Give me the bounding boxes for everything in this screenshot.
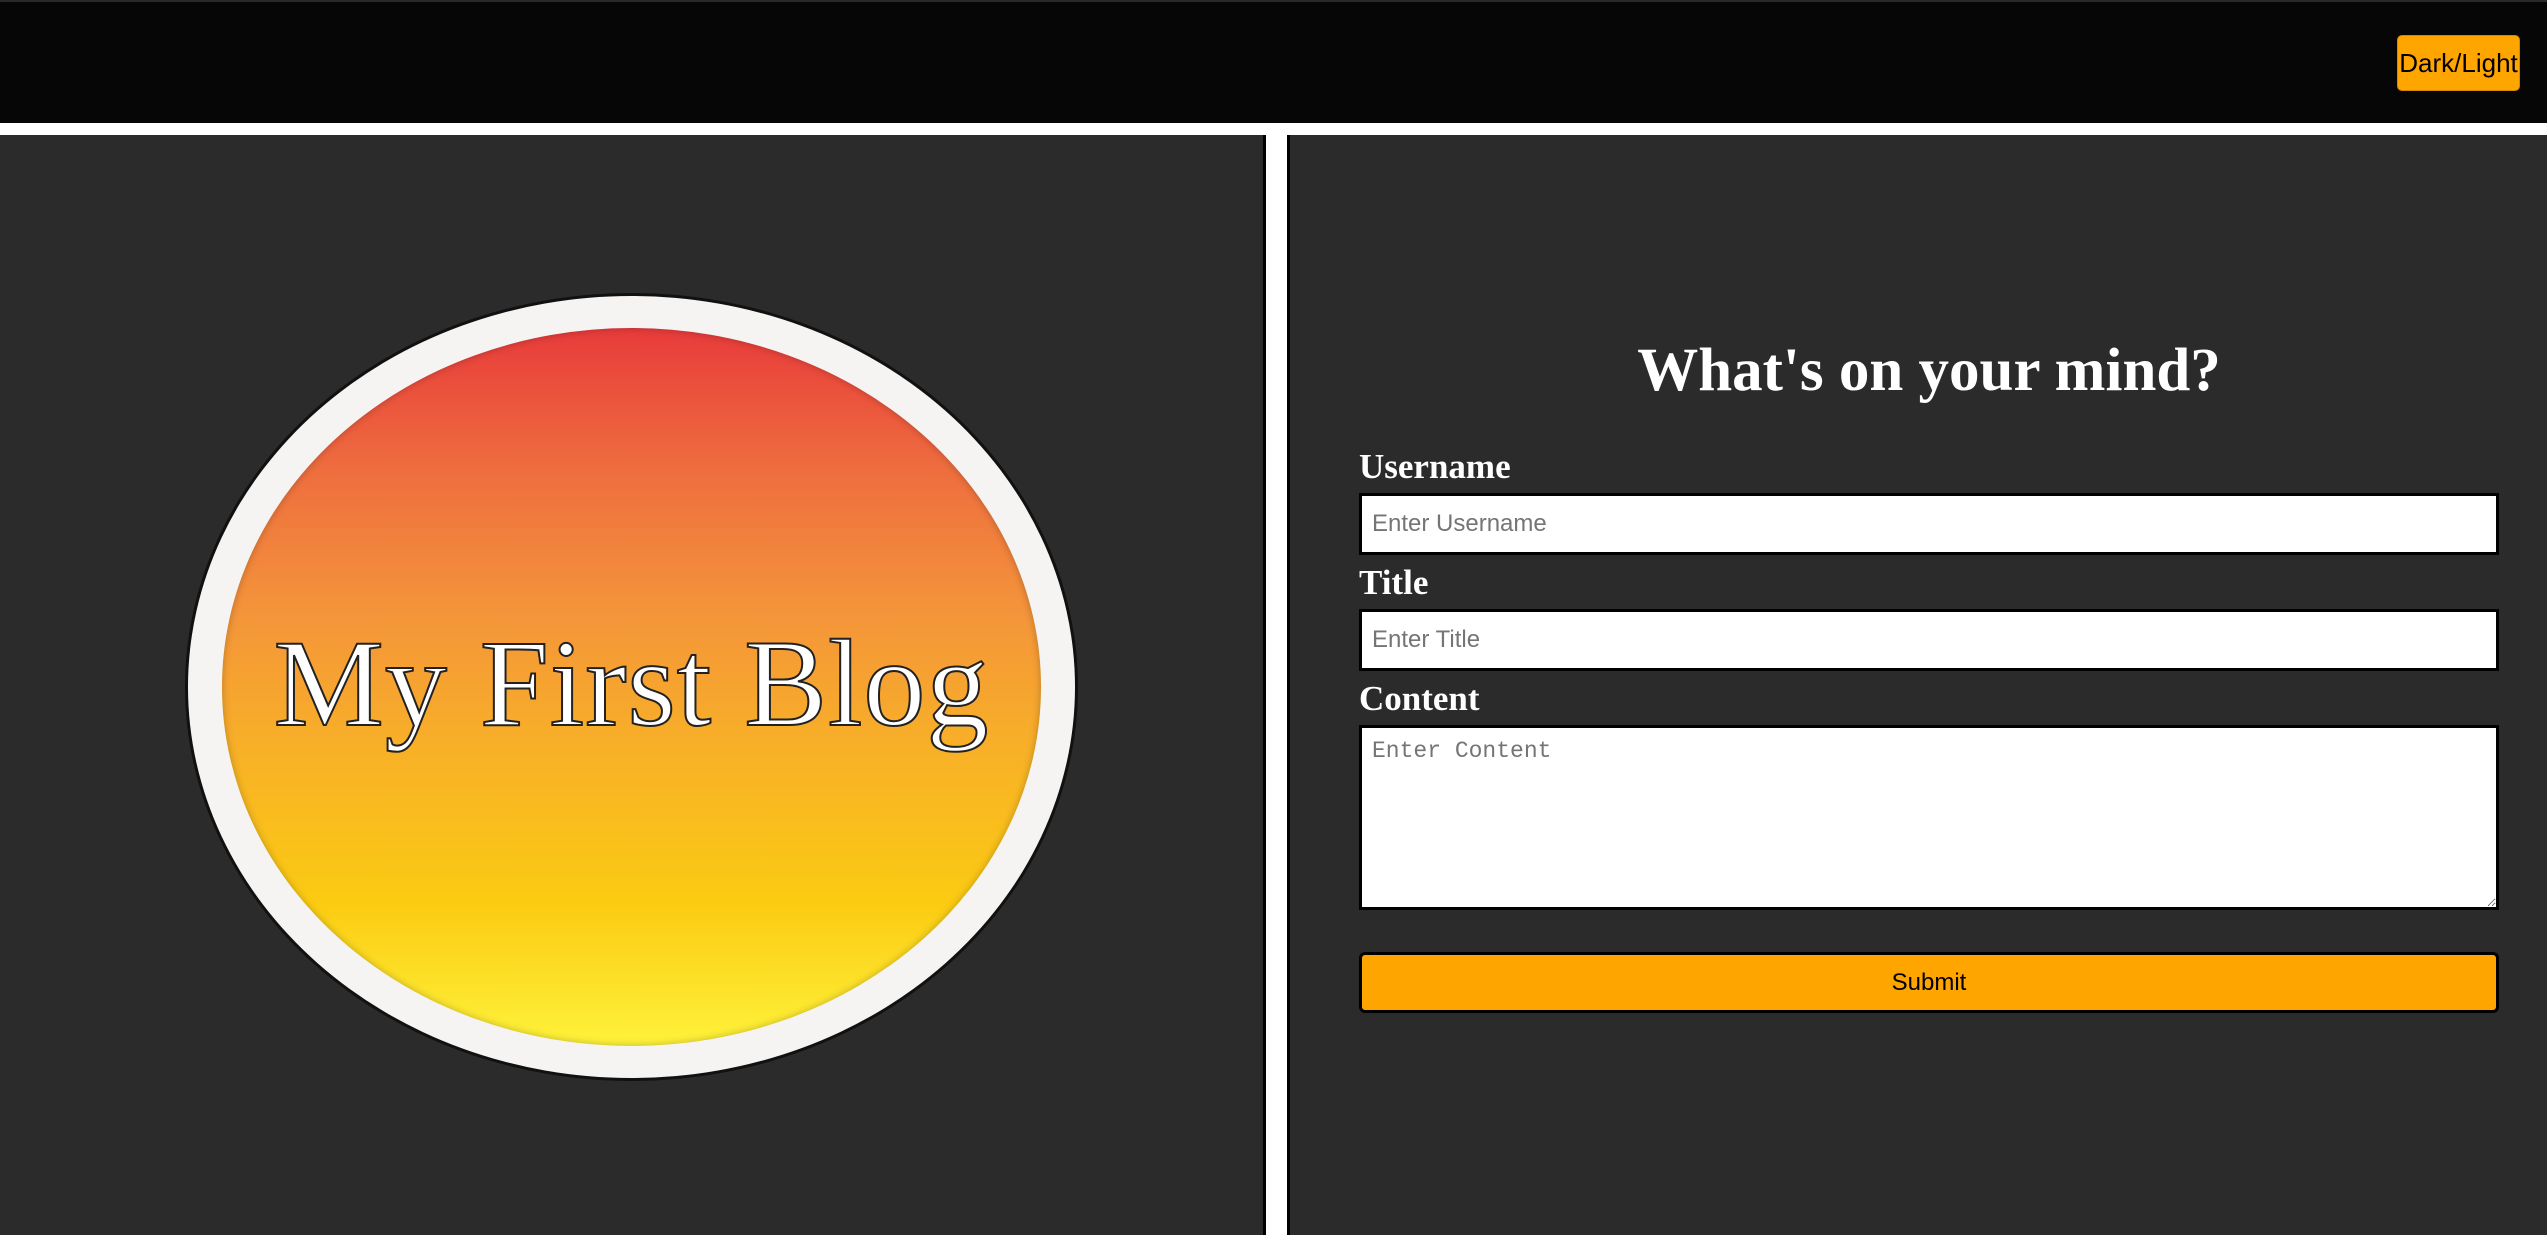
blog-logo: My First Blog (185, 293, 1078, 1081)
logo-panel: My First Blog (0, 135, 1266, 1235)
form-title: What's on your mind? (1637, 337, 2221, 404)
content-textarea[interactable] (1359, 725, 2499, 910)
theme-toggle-button[interactable]: Dark/Light (2397, 35, 2520, 91)
logo-title: My First Blog (273, 614, 990, 753)
top-bar: Dark/Light (0, 0, 2547, 123)
post-form: What's on your mind? Username Title Cont… (1359, 340, 2499, 1013)
username-input[interactable] (1359, 493, 2499, 555)
post-form-panel: What's on your mind? Username Title Cont… (1287, 135, 2547, 1235)
content-label: Content (1359, 679, 1480, 718)
panel-divider (1266, 135, 1287, 1235)
submit-button[interactable]: Submit (1359, 952, 2499, 1013)
title-input[interactable] (1359, 609, 2499, 671)
title-label: Title (1359, 563, 1429, 602)
logo-gradient-disc: My First Blog (222, 328, 1041, 1046)
username-label: Username (1359, 447, 1511, 486)
